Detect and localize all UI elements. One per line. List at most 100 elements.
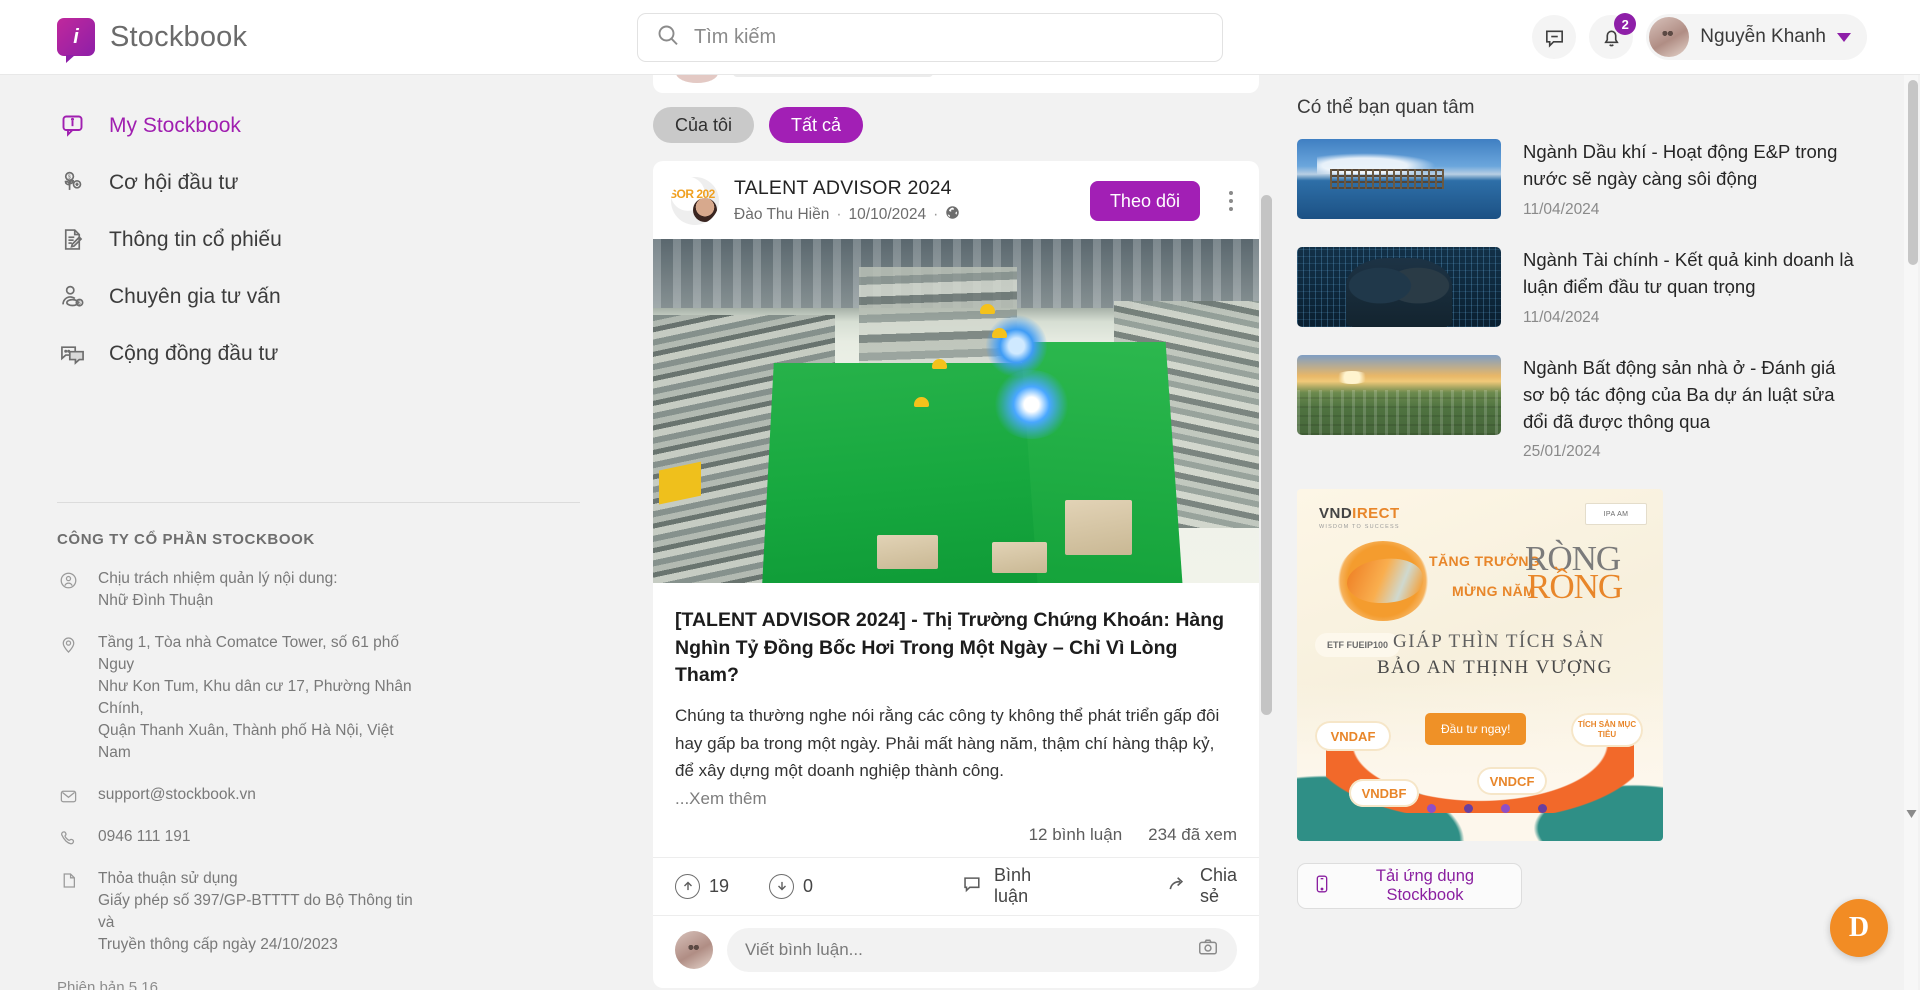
scroll-down-arrow-icon[interactable] — [1904, 806, 1918, 822]
post-avatar-face — [693, 198, 717, 222]
globe-icon — [945, 205, 960, 225]
banner-cta-button[interactable]: Đầu tư ngay! — [1425, 713, 1527, 746]
page-scrollbar-thumb[interactable] — [1908, 80, 1918, 265]
footer-row-terms[interactable]: Thỏa thuận sử dụng Giấy phép số 397/GP-B… — [0, 848, 637, 956]
notification-badge: 2 — [1614, 13, 1637, 35]
post-date: 10/10/2024 — [848, 206, 927, 223]
banner-cloud-vndcf: VNDCF — [1477, 767, 1547, 796]
sidebar-item-community[interactable]: Cộng đồng đầu tư — [0, 325, 637, 382]
file-icon — [57, 868, 79, 956]
comment-count[interactable]: 12 bình luận — [1029, 825, 1123, 845]
user-menu[interactable]: Nguyễn Khanh — [1646, 14, 1867, 60]
sidebar-item-label: Cộng đồng đầu tư — [109, 341, 279, 365]
left-sidebar: My Stockbook $ Cơ hội đầu tư Thông tin c… — [0, 75, 637, 990]
message-icon[interactable] — [1532, 15, 1577, 59]
logo-glyph: i — [73, 25, 79, 48]
downvote-count: 0 — [803, 875, 814, 896]
sidebar-item-label: Chuyên gia tư vấn — [109, 284, 281, 308]
arrow-up-icon — [675, 873, 700, 899]
feed-scroll: Của tôi Tất cả SOR 202 TALENT ADVISOR 20… — [637, 75, 1275, 988]
brand-name: Stockbook — [110, 20, 248, 53]
document-edit-icon — [57, 225, 87, 255]
footer-row-content-manager: Chịu trách nhiệm quản lý nội dung: Nhữ Đ… — [0, 548, 637, 612]
see-more-link[interactable]: ...Xem thêm — [653, 785, 1259, 809]
bull-bear-photo — [1297, 247, 1501, 327]
search-icon — [656, 23, 680, 52]
post-title[interactable]: [TALENT ADVISOR 2024] - Thị Trường Chứng… — [653, 583, 1259, 690]
meta-separator: · — [836, 206, 842, 223]
list-item[interactable]: Ngành Dầu khí - Hoạt động E&P trong nước… — [1297, 139, 1854, 219]
post-header: SOR 202 TALENT ADVISOR 2024 Đào Thu Hiền… — [653, 161, 1259, 239]
arrow-down-icon — [769, 873, 795, 899]
brand[interactable]: i Stockbook — [0, 18, 637, 63]
page-body: My Stockbook $ Cơ hội đầu tư Thông tin c… — [0, 75, 1920, 990]
recommendation-headline[interactable]: Ngành Dầu khí - Hoạt động E&P trong nước… — [1523, 139, 1854, 193]
download-app-button[interactable]: Tải ứng dụng Stockbook — [1297, 863, 1522, 910]
chat-support-fab[interactable]: D — [1830, 899, 1888, 957]
sidebar-item-my-stockbook[interactable]: My Stockbook — [0, 97, 637, 154]
right-sidebar: Có thể bạn quan tâm Ngành Dầu khí - Hoạt… — [1275, 75, 1920, 990]
banner-line2-big: RỒNG — [1527, 567, 1623, 607]
location-pin-icon — [57, 632, 79, 764]
post-page-name[interactable]: TALENT ADVISOR 2024 — [734, 177, 1075, 200]
download-app-label: Tải ứng dụng Stockbook — [1375, 867, 1475, 905]
sidebar-item-advisor[interactable]: $ Chuyên gia tư vấn — [0, 268, 637, 325]
upvote-button[interactable]: 19 — [675, 873, 730, 899]
follow-button[interactable]: Theo dõi — [1089, 181, 1200, 221]
search-container: Tìm kiếm — [637, 12, 1223, 62]
post-image[interactable] — [653, 239, 1259, 583]
list-item[interactable]: Ngành Bất động sản nhà ở - Đánh giá sơ b… — [1297, 355, 1854, 461]
footer-row-address: Tầng 1, Tòa nhà Comatce Tower, số 61 phố… — [0, 612, 637, 764]
share-button-label: Chia sẻ — [1199, 865, 1237, 907]
banner-cloud-tich-san: TÍCH SẢN MỤC TIÊU — [1571, 713, 1643, 748]
recommendation-headline[interactable]: Ngành Bất động sản nhà ở - Đánh giá sơ b… — [1523, 355, 1854, 435]
feed-tabs: Của tôi Tất cả — [653, 103, 1259, 161]
banner-line2-small: MỪNG NĂM — [1452, 583, 1536, 600]
search-input[interactable]: Tìm kiếm — [694, 26, 776, 49]
money-plant-icon: $ — [57, 168, 87, 198]
sidebar-item-investment-opportunity[interactable]: $ Cơ hội đầu tư — [0, 154, 637, 211]
top-header: i Stockbook Tìm kiếm 2 Nguyễn Khanh — [0, 0, 1920, 75]
chevron-down-icon[interactable] — [1837, 32, 1851, 42]
list-item[interactable]: Ngành Tài chính - Kết quả kinh doanh là … — [1297, 247, 1854, 327]
kebab-menu-icon[interactable] — [1215, 191, 1241, 211]
tab-all[interactable]: Tất cả — [769, 107, 864, 143]
banner-brand: VND — [1319, 505, 1353, 523]
mail-icon — [57, 784, 79, 806]
footer-row-phone[interactable]: 0946 111 191 — [0, 806, 637, 848]
footer-text-line: Truyền thông cấp ngày 24/10/2023 — [98, 936, 338, 953]
stockbook-logo-icon: i — [57, 18, 95, 63]
feed-scrollbar-thumb[interactable] — [1261, 195, 1272, 715]
recommendation-headline[interactable]: Ngành Tài chính - Kết quả kinh doanh là … — [1523, 247, 1854, 301]
sidebar-item-stock-info[interactable]: Thông tin cổ phiếu — [0, 211, 637, 268]
feed-scrollbar[interactable] — [1261, 75, 1272, 990]
vndirect-banner-ad[interactable]: VNDIRECT WISDOM TO SUCCESS IPA AM TĂNG T… — [1297, 489, 1663, 842]
footer-text-line: Chịu trách nhiệm quản lý nội dung: — [98, 570, 338, 587]
downvote-button[interactable]: 0 — [769, 873, 814, 899]
camera-icon[interactable] — [1197, 936, 1219, 963]
footer-row-email[interactable]: support@stockbook.vn — [0, 764, 637, 806]
previous-post-peek — [653, 75, 1259, 93]
upvote-count: 19 — [709, 875, 730, 896]
vndirect-logo: VNDIRECT WISDOM TO SUCCESS — [1319, 505, 1400, 530]
share-button[interactable]: Chia sẻ — [1167, 865, 1237, 907]
bell-icon[interactable]: 2 — [1589, 13, 1637, 59]
footer-email[interactable]: support@stockbook.vn — [98, 784, 256, 806]
footer-terms-title[interactable]: Thỏa thuận sử dụng — [98, 868, 428, 890]
meta-separator: · — [933, 206, 939, 223]
person-circle-icon — [57, 568, 79, 612]
company-name: CÔNG TY CỔ PHẦN STOCKBOOK — [57, 531, 315, 548]
comment-input[interactable]: Viết bình luận... — [727, 927, 1237, 972]
banner-cloud-vndaf: VNDAF — [1315, 721, 1391, 752]
post-avatar[interactable]: SOR 202 — [671, 177, 719, 225]
community-chat-icon — [57, 339, 87, 369]
search-box[interactable]: Tìm kiếm — [637, 12, 1223, 62]
recommendations-title: Có thể bạn quan tâm — [1297, 97, 1475, 118]
comment-button[interactable]: Bình luận — [961, 865, 1032, 907]
city-aerial-photo — [1297, 355, 1501, 435]
footer-phone[interactable]: 0946 111 191 — [98, 826, 191, 848]
sidebar-item-label: My Stockbook — [109, 113, 241, 137]
tab-mine[interactable]: Của tôi — [653, 107, 755, 143]
post-author[interactable]: Đào Thu Hiền — [734, 206, 829, 224]
advisor-person-icon: $ — [57, 282, 87, 312]
